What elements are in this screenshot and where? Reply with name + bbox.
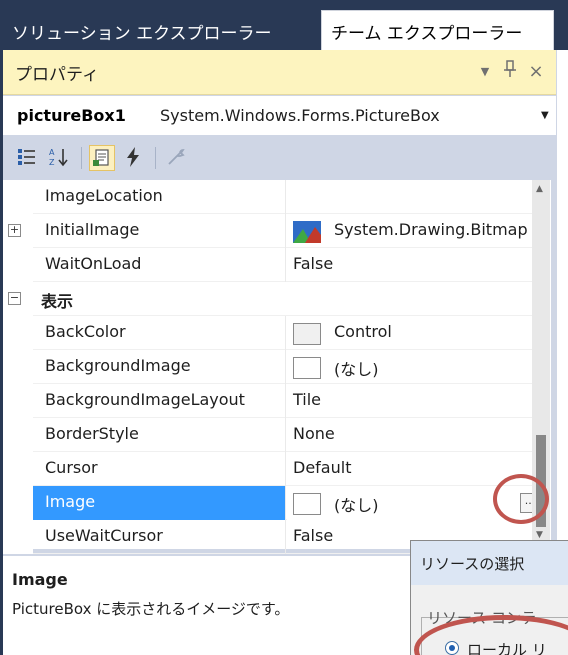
color-swatch <box>293 323 321 345</box>
image-label: (なし) <box>334 496 379 515</box>
property-row-cursor[interactable]: Cursor Default <box>3 452 533 486</box>
property-value[interactable]: Tile <box>287 384 533 418</box>
close-icon[interactable]: × <box>525 60 547 84</box>
property-grid: ImageLocation + InitialImage System.Draw… <box>3 180 551 554</box>
image-swatch <box>293 357 321 379</box>
property-value[interactable]: Default <box>287 452 533 486</box>
svg-text:A: A <box>49 148 55 157</box>
highlight-annotation <box>493 474 549 524</box>
chevron-down-icon[interactable]: ▼ <box>541 106 549 126</box>
property-value[interactable]: False <box>287 248 533 282</box>
property-value[interactable]: Control <box>287 316 533 350</box>
property-name: Cursor <box>33 452 286 486</box>
property-name: BackColor <box>33 316 286 350</box>
property-name: UseWaitCursor <box>33 520 286 554</box>
property-row-waitonload[interactable]: WaitOnLoad False <box>3 248 533 282</box>
panel-title-bar: プロパティ ▼ × <box>3 50 556 95</box>
property-value[interactable] <box>287 180 533 214</box>
property-name: BorderStyle <box>33 418 286 452</box>
window-position-menu-icon[interactable]: ▼ <box>475 62 495 82</box>
pin-icon-glyph <box>504 60 516 77</box>
property-row-backcolor[interactable]: BackColor Control <box>3 316 533 350</box>
collapse-icon[interactable]: − <box>8 292 21 305</box>
alphabetical-icon[interactable]: A Z <box>47 145 73 171</box>
dialog-title: リソースの選択 <box>420 555 525 573</box>
property-name: Image <box>33 486 286 520</box>
row-gutter <box>3 248 33 282</box>
panel-title: プロパティ <box>15 65 99 85</box>
scroll-up-icon[interactable]: ▲ <box>536 184 543 194</box>
description-title: Image <box>12 570 68 589</box>
row-gutter <box>3 316 33 350</box>
row-gutter <box>3 452 33 486</box>
property-value[interactable]: (なし) <box>287 350 533 384</box>
property-pages-icon[interactable] <box>163 145 189 171</box>
expand-icon[interactable]: + <box>8 224 21 237</box>
dialog-title-bar: リソースの選択 <box>411 541 568 585</box>
property-row-image[interactable]: Image (なし) ... <box>3 486 533 520</box>
property-name: BackgroundImage <box>33 350 286 384</box>
svg-text:Z: Z <box>49 158 55 167</box>
properties-icon[interactable] <box>89 145 115 171</box>
property-row-borderstyle[interactable]: BorderStyle None <box>3 418 533 452</box>
toolbar-separator <box>81 147 82 169</box>
property-name: ImageLocation <box>33 180 286 214</box>
pin-icon[interactable] <box>500 60 520 84</box>
object-type: System.Windows.Forms.PictureBox <box>160 106 440 125</box>
row-gutter <box>3 418 33 452</box>
object-selector[interactable]: pictureBox1 System.Windows.Forms.Picture… <box>3 96 556 136</box>
category-name: 表示 <box>41 292 74 311</box>
row-gutter <box>3 520 33 554</box>
bitmap-icon <box>293 221 321 243</box>
property-value[interactable]: None <box>287 418 533 452</box>
color-label: Control <box>334 322 392 341</box>
image-swatch <box>293 493 321 515</box>
events-icon[interactable] <box>121 145 147 171</box>
property-row-imagelocation[interactable]: ImageLocation <box>3 180 533 214</box>
property-name: BackgroundImageLayout <box>33 384 286 418</box>
toolbar-separator <box>155 147 156 169</box>
tab-solution-explorer[interactable]: ソリューション エクスプローラー <box>12 13 272 47</box>
row-gutter <box>3 180 33 214</box>
properties-toolbar: A Z <box>3 137 556 179</box>
categorized-icon[interactable] <box>15 145 41 171</box>
property-row-backgroundimage[interactable]: BackgroundImage (なし) <box>3 350 533 384</box>
property-name: InitialImage <box>33 214 286 248</box>
property-row-initialimage[interactable]: + InitialImage System.Drawing.Bitmap <box>3 214 533 248</box>
property-value[interactable]: System.Drawing.Bitmap <box>287 214 533 248</box>
property-row-backgroundimagelayout[interactable]: BackgroundImageLayout Tile <box>3 384 533 418</box>
object-name: pictureBox1 <box>17 106 126 125</box>
category-row-display[interactable]: − 表示 <box>3 282 533 316</box>
row-gutter: − <box>3 282 33 316</box>
image-label: (なし) <box>334 360 379 379</box>
bitmap-label: System.Drawing.Bitmap <box>334 220 528 239</box>
description-text: PictureBox に表示されるイメージです。 <box>12 600 290 618</box>
row-gutter: + <box>3 214 33 248</box>
scroll-down-icon[interactable]: ▼ <box>536 530 543 540</box>
row-gutter <box>3 486 33 520</box>
property-name: WaitOnLoad <box>33 248 286 282</box>
tab-strip: ソリューション エクスプローラー チーム エクスプローラー <box>0 0 568 50</box>
row-gutter <box>3 350 33 384</box>
tab-team-explorer[interactable]: チーム エクスプローラー <box>321 10 554 50</box>
row-gutter <box>3 384 33 418</box>
